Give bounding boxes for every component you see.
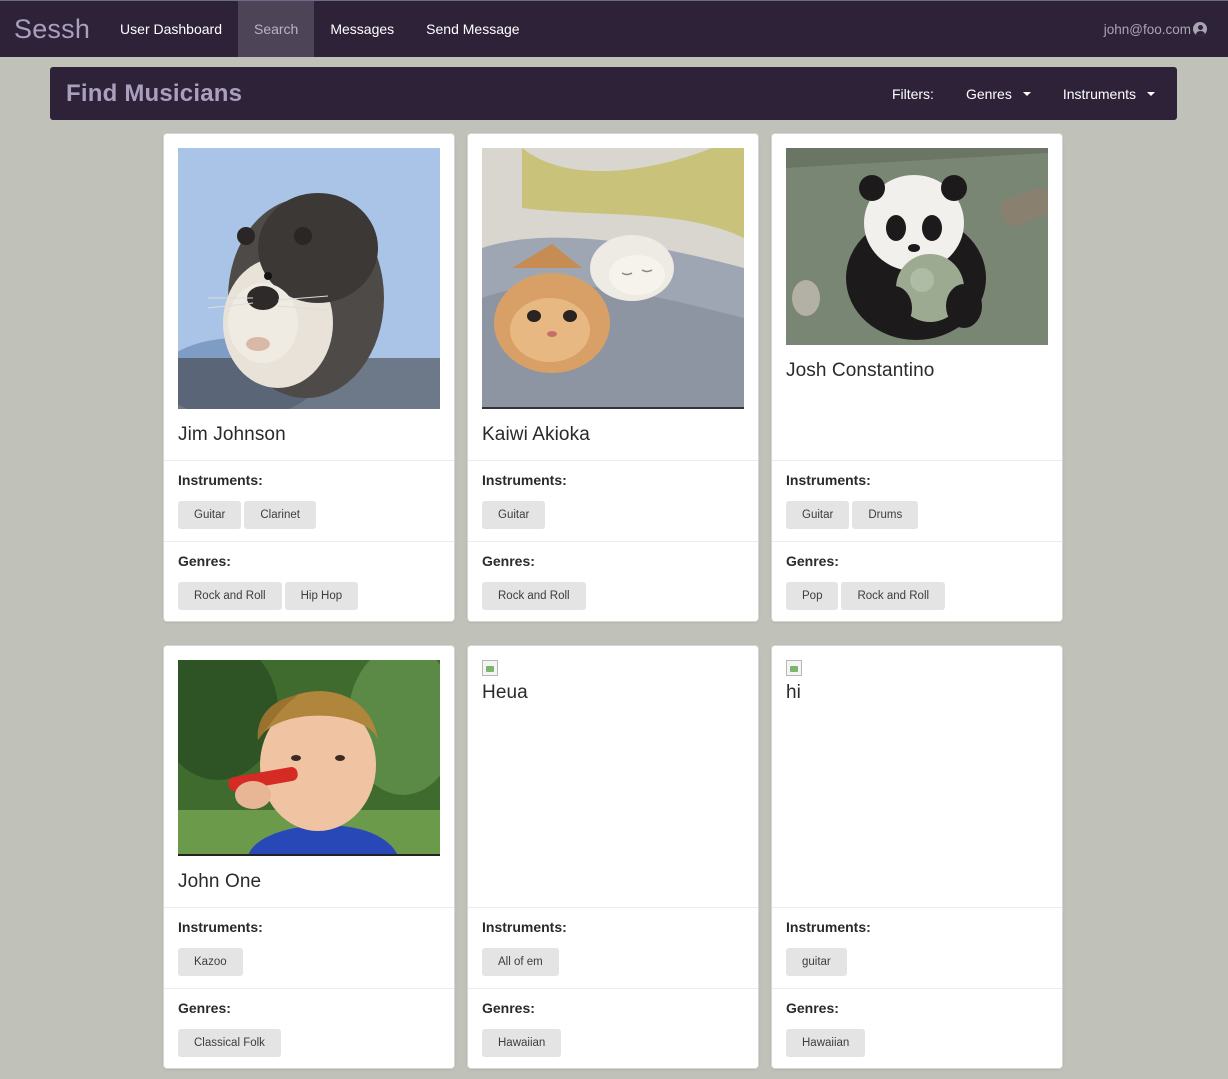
genres-section: Genres: Hawaiian [468,988,758,1069]
nav-messages[interactable]: Messages [314,1,410,57]
genre-tag[interactable]: Hip Hop [284,582,359,610]
instruments-section: Instruments: guitar [772,907,1062,988]
genre-tags: Rock and Roll [482,582,744,610]
top-navbar: Sessh User Dashboard Search Messages Sen… [0,0,1228,57]
genre-tag[interactable]: Hawaiian [786,1029,866,1057]
genre-tag[interactable]: Classical Folk [178,1029,281,1057]
page-title: Find Musicians [66,79,243,107]
musician-name[interactable]: Josh Constantino [786,360,1048,383]
musician-name[interactable]: Heua [482,682,744,705]
musician-name[interactable]: Jim Johnson [178,424,440,447]
musician-photo [786,148,1048,345]
musician-photo [178,148,440,409]
genre-tag[interactable]: Rock and Roll [841,582,946,610]
instruments-label: Instruments: [178,472,263,488]
musician-card[interactable]: John One Instruments: Kazoo Genres: Clas… [163,645,455,1069]
instrument-tag[interactable]: Clarinet [244,501,316,529]
genres-section: Genres: Classical Folk [164,988,454,1069]
user-menu[interactable]: john@foo.com [1104,1,1228,57]
broken-image-icon [786,660,802,676]
instrument-tag[interactable]: Guitar [178,501,242,529]
instrument-tags: All of em [482,948,744,976]
musician-name[interactable]: hi [786,682,1048,705]
broken-image-icon [482,660,498,676]
musician-name[interactable]: Kaiwi Akioka [482,424,744,447]
genres-label: Genres: [178,553,231,569]
user-email: john@foo.com [1103,21,1191,37]
nav-search[interactable]: Search [237,1,315,57]
genres-dropdown[interactable]: Genres [950,67,1047,120]
filters-group: Filters: Genres Instruments [892,67,1177,120]
nav-send-message[interactable]: Send Message [410,1,535,57]
instrument-tag[interactable]: Drums [852,501,919,529]
genres-section: Genres: Hawaiian [772,988,1062,1069]
instruments-section: Instruments: Kazoo [164,907,454,988]
genres-label: Genres: [178,1000,231,1016]
genres-label: Genres: [482,553,535,569]
genres-section: Genres: Rock and Roll Hip Hop [164,541,454,622]
genre-tags: Rock and Roll Hip Hop [178,582,440,610]
genres-dropdown-label: Genres [965,85,1012,102]
genre-tags: Classical Folk [178,1029,440,1057]
genres-section: Genres: Pop Rock and Roll [772,541,1062,622]
instrument-tags: Kazoo [178,948,440,976]
musician-card[interactable]: hi Instruments: guitar Genres: Hawaiian [771,645,1063,1069]
musician-card[interactable]: Josh Constantino Instruments: Guitar Dru… [771,133,1063,622]
instruments-label: Instruments: [482,919,567,935]
caret-down-icon [1147,91,1155,96]
instruments-label: Instruments: [786,919,871,935]
genre-tags: Hawaiian [786,1029,1048,1057]
nav-user-dashboard[interactable]: User Dashboard [104,1,238,57]
instrument-tag[interactable]: guitar [786,948,847,976]
musician-photo [482,148,744,409]
genre-tag[interactable]: Pop [786,582,839,610]
genres-label: Genres: [786,1000,839,1016]
instruments-section: Instruments: Guitar Clarinet [164,460,454,541]
instrument-tag[interactable]: All of em [482,948,559,976]
instruments-dropdown[interactable]: Instruments [1047,67,1171,120]
instrument-tag[interactable]: Guitar [482,501,546,529]
genre-tags: Pop Rock and Roll [786,582,1048,610]
page-header: Find Musicians Filters: Genres Instrumen… [50,67,1177,120]
musician-card[interactable]: Kaiwi Akioka Instruments: Guitar Genres:… [467,133,759,622]
musician-photo [178,660,440,856]
instrument-tags: Guitar Clarinet [178,501,440,529]
user-circle-icon [1193,22,1207,36]
genres-section: Genres: Rock and Roll [468,541,758,622]
musician-name[interactable]: John One [178,871,440,894]
filters-label: Filters: [891,85,934,102]
genres-label: Genres: [482,1000,535,1016]
instrument-tag[interactable]: Guitar [786,501,850,529]
instruments-section: Instruments: Guitar [468,460,758,541]
instruments-section: Instruments: Guitar Drums [772,460,1062,541]
genre-tag[interactable]: Rock and Roll [482,582,586,610]
instrument-tag[interactable]: Kazoo [178,948,243,976]
genre-tag[interactable]: Rock and Roll [178,582,282,610]
instrument-tags: guitar [786,948,1048,976]
instrument-tags: Guitar [482,501,744,529]
genre-tags: Hawaiian [482,1029,744,1057]
musician-card[interactable]: Jim Johnson Instruments: Guitar Clarinet… [163,133,455,622]
genre-tag[interactable]: Hawaiian [482,1029,562,1057]
instruments-label: Instruments: [482,472,567,488]
instruments-dropdown-label: Instruments [1062,85,1136,102]
brand-logo[interactable]: Sessh [0,1,104,57]
instrument-tags: Guitar Drums [786,501,1048,529]
instruments-label: Instruments: [786,472,871,488]
musician-card[interactable]: Heua Instruments: All of em Genres: Hawa… [467,645,759,1069]
instruments-section: Instruments: All of em [468,907,758,988]
genres-label: Genres: [786,553,839,569]
instruments-label: Instruments: [178,919,263,935]
caret-down-icon [1022,91,1031,96]
